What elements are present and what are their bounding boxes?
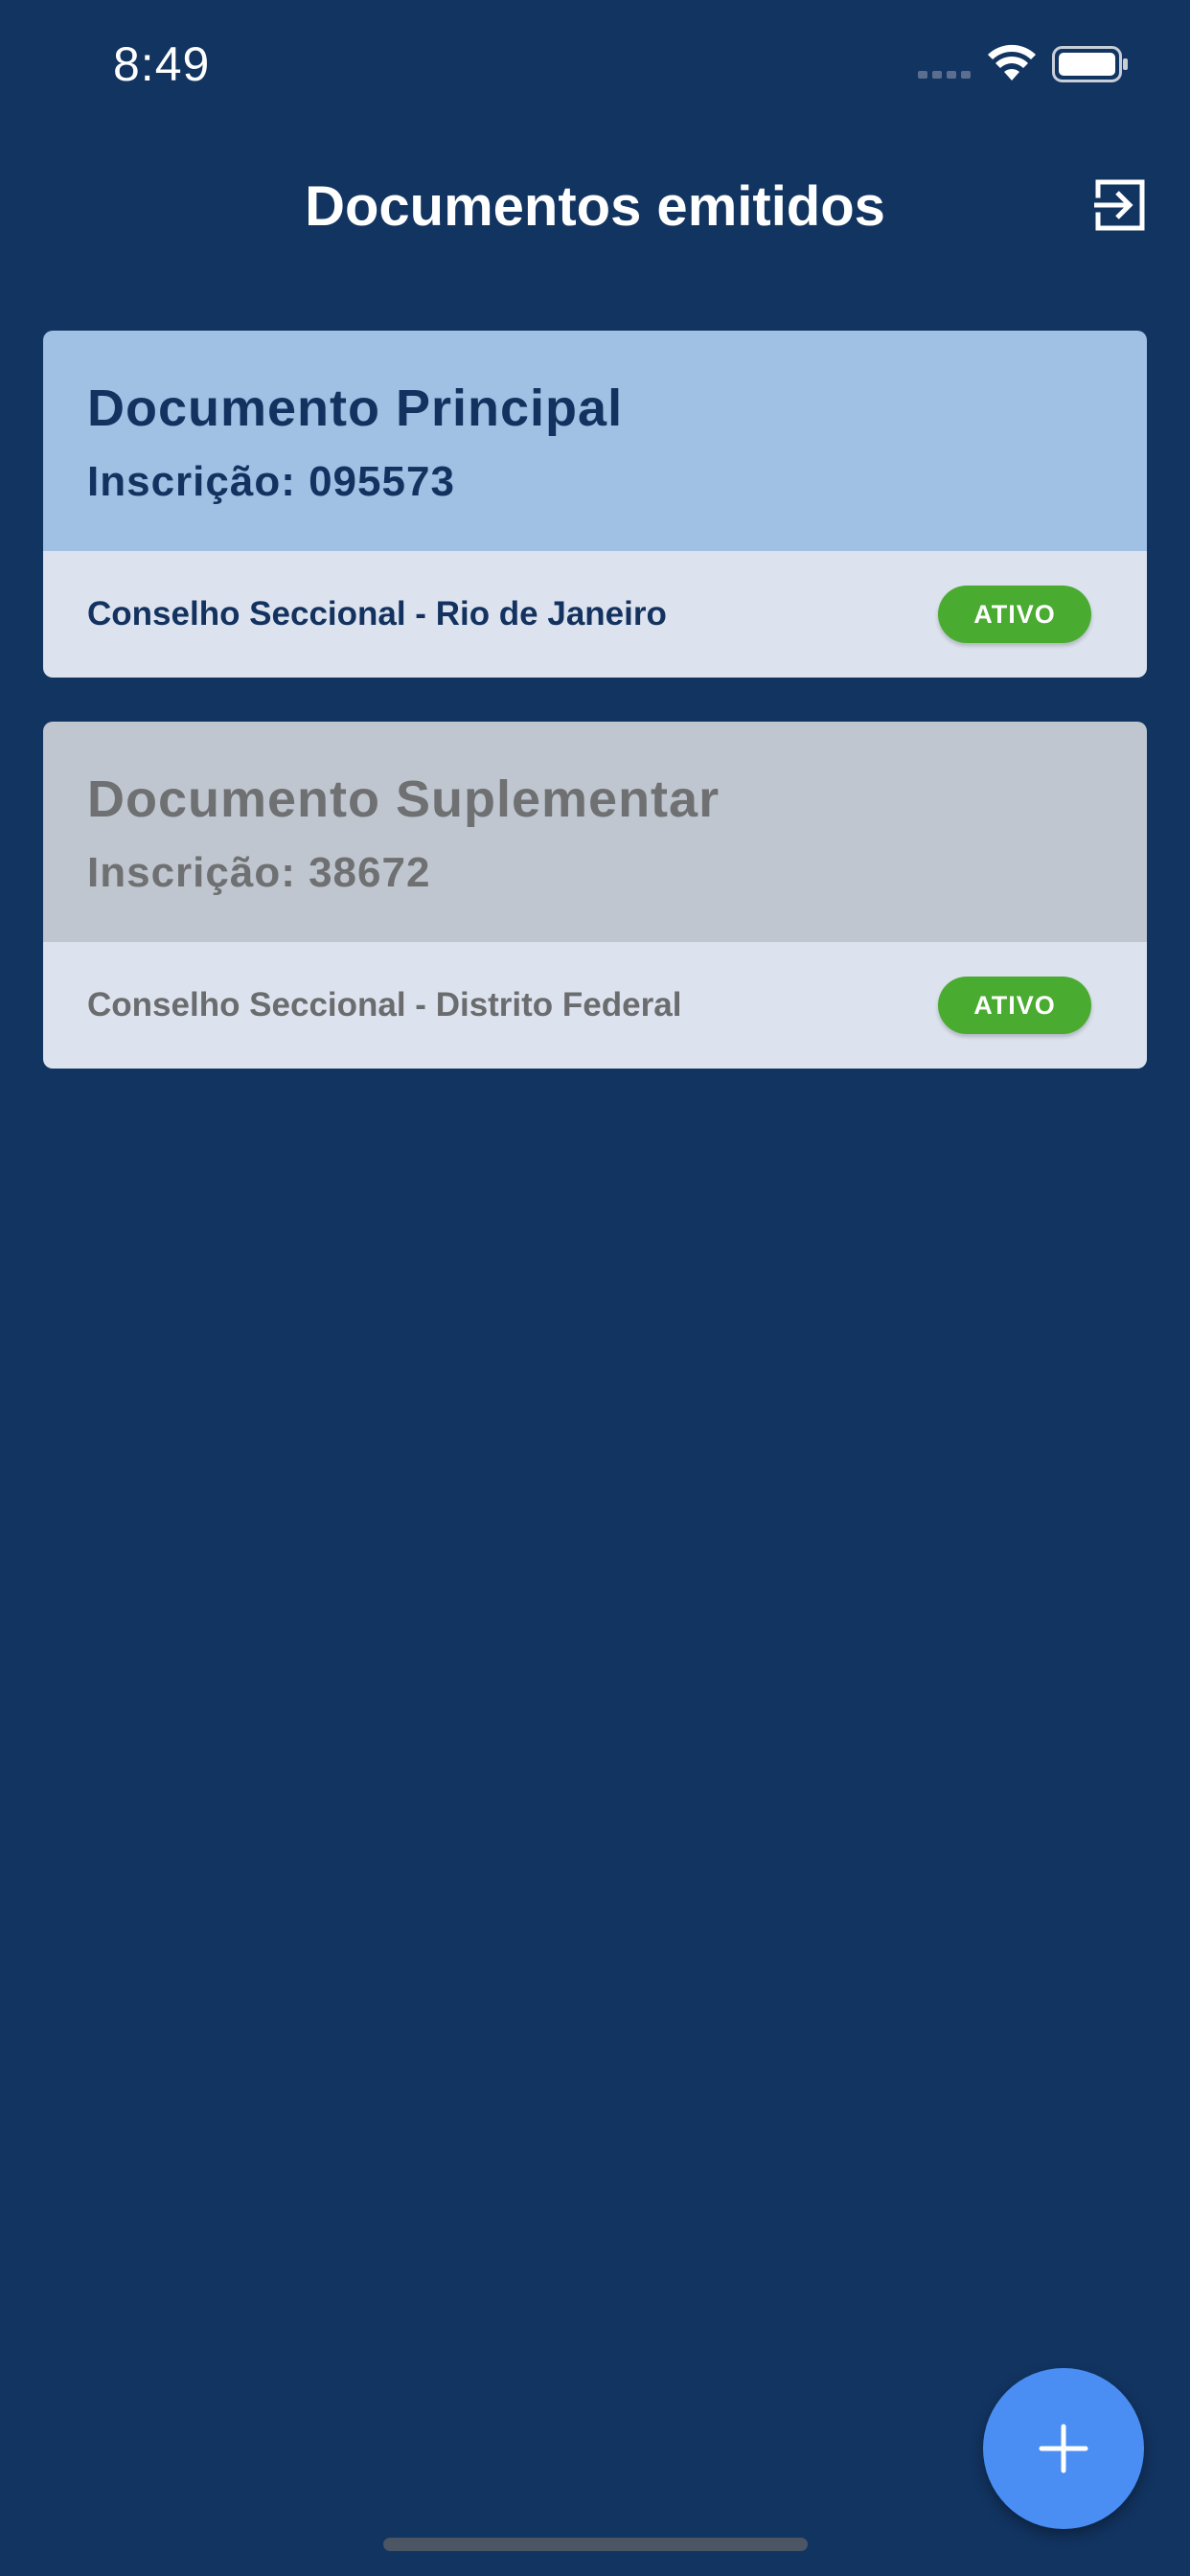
card-header: Documento Principal Inscrição: 095573 xyxy=(43,331,1147,551)
document-registration: Inscrição: 095573 xyxy=(87,458,455,505)
document-council: Conselho Seccional - Distrito Federal xyxy=(87,986,682,1024)
document-title: Documento Suplementar xyxy=(87,770,721,828)
cellular-signal-icon xyxy=(918,71,971,79)
status-time: 8:49 xyxy=(113,37,211,91)
status-badge: ATIVO xyxy=(938,586,1091,643)
document-council: Conselho Seccional - Rio de Janeiro xyxy=(87,595,667,632)
document-title: Documento Principal xyxy=(87,380,624,437)
card-header: Documento Suplementar Inscrição: 38672 xyxy=(43,722,1147,942)
home-indicator[interactable] xyxy=(383,2538,808,2551)
header: Documentos emitidos xyxy=(0,163,1190,249)
logout-icon[interactable] xyxy=(1090,176,1148,234)
wifi-icon xyxy=(988,44,1036,80)
plus-icon xyxy=(1039,2424,1088,2473)
status-bar: 8:49 xyxy=(0,0,1190,134)
battery-icon xyxy=(1052,46,1128,82)
card-footer: Conselho Seccional - Distrito Federal AT… xyxy=(43,942,1147,1069)
status-badge: ATIVO xyxy=(938,977,1091,1034)
document-card-suplementar[interactable]: Documento Suplementar Inscrição: 38672 C… xyxy=(43,722,1147,1069)
document-registration: Inscrição: 38672 xyxy=(87,849,431,896)
document-card-principal[interactable]: Documento Principal Inscrição: 095573 Co… xyxy=(43,331,1147,678)
page-title: Documentos emitidos xyxy=(305,175,885,238)
card-footer: Conselho Seccional - Rio de Janeiro ATIV… xyxy=(43,551,1147,678)
screen: 8:49 Documentos emitidos Documento Princ… xyxy=(0,0,1190,2576)
add-document-button[interactable] xyxy=(983,2368,1144,2529)
